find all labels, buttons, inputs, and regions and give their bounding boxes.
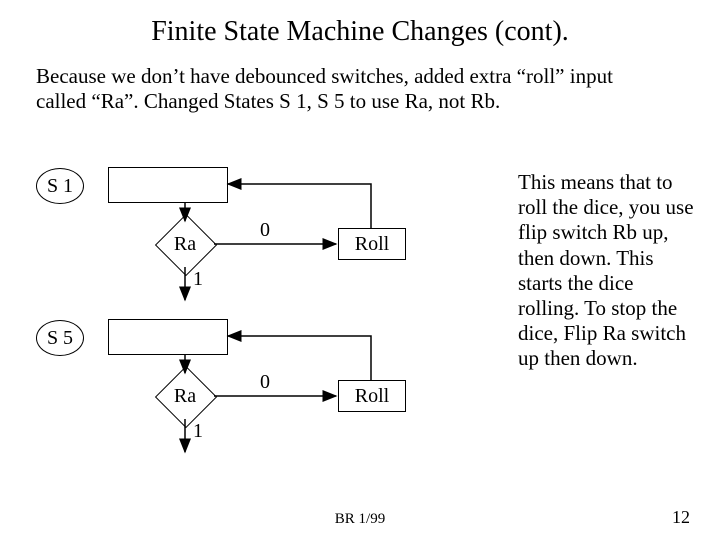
- process-box-s5: [108, 319, 228, 355]
- roll-action-s1: Roll: [338, 228, 406, 260]
- intro-text: Because we don’t have debounced switches…: [36, 64, 656, 114]
- exit1-label-s5: 1: [190, 420, 206, 443]
- exit0-label-s1: 0: [257, 219, 273, 242]
- decision-label-s1: Ra: [154, 233, 216, 256]
- state-s5: S 5: [36, 320, 84, 356]
- explanation-text: This means that to roll the dice, you us…: [518, 170, 698, 372]
- page-title: Finite State Machine Changes (cont).: [0, 16, 720, 48]
- process-box-s1: [108, 167, 228, 203]
- decision-label-s5: Ra: [154, 385, 216, 408]
- page-number: 12: [672, 507, 690, 528]
- exit1-label-s1: 1: [190, 268, 206, 291]
- roll-action-s5: Roll: [338, 380, 406, 412]
- footer-text: BR 1/99: [0, 511, 720, 528]
- exit0-label-s5: 0: [257, 371, 273, 394]
- state-s1: S 1: [36, 168, 84, 204]
